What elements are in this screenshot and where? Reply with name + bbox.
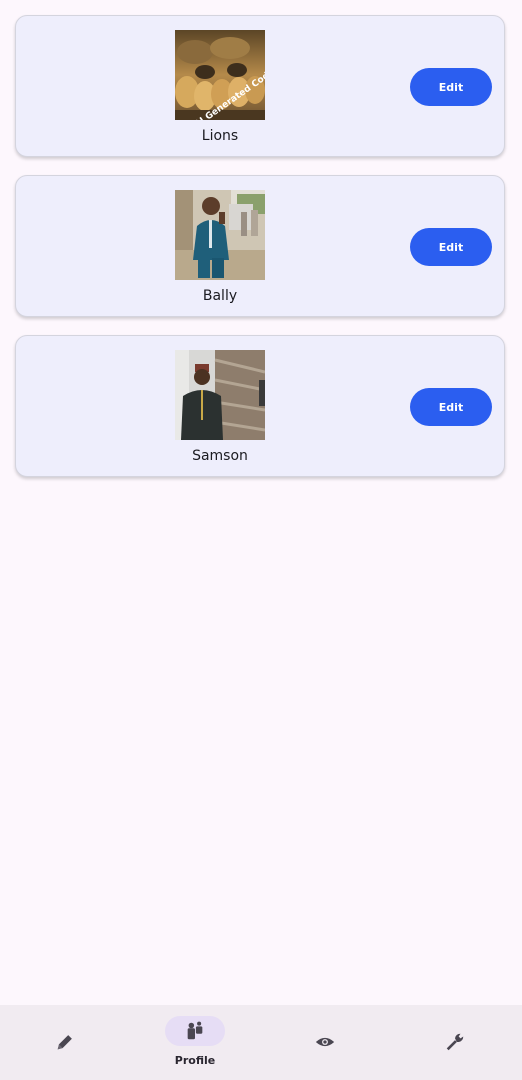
active-indicator (165, 1016, 225, 1046)
profile-card: Samson Edit (15, 335, 505, 477)
pencil-icon (57, 1035, 72, 1050)
eye-icon (315, 1037, 335, 1047)
profile-card: AI Generated Code Lions Edit (15, 15, 505, 157)
nav-item-profile[interactable]: Profile (145, 1005, 245, 1080)
edit-button[interactable]: Edit (410, 228, 492, 266)
profile-name: Bally (202, 288, 238, 304)
wrench-icon (446, 1033, 464, 1051)
profile-card: Bally Edit (15, 175, 505, 317)
nav-label-profile: Profile (174, 1054, 216, 1067)
nav-item-view[interactable] (275, 1005, 375, 1080)
profile-photo: AI Generated Code (175, 30, 265, 120)
nav-item-tools[interactable] (405, 1005, 505, 1080)
bottom-navigation-bar: Profile (0, 1005, 522, 1080)
nav-item-edit[interactable] (15, 1005, 115, 1080)
edit-button[interactable]: Edit (410, 388, 492, 426)
profile-name: Lions (201, 128, 239, 144)
profile-photo (175, 190, 265, 280)
edit-button[interactable]: Edit (410, 68, 492, 106)
profile-photo (175, 350, 265, 440)
profile-name: Samson (192, 448, 248, 464)
profile-icon (187, 1021, 203, 1040)
